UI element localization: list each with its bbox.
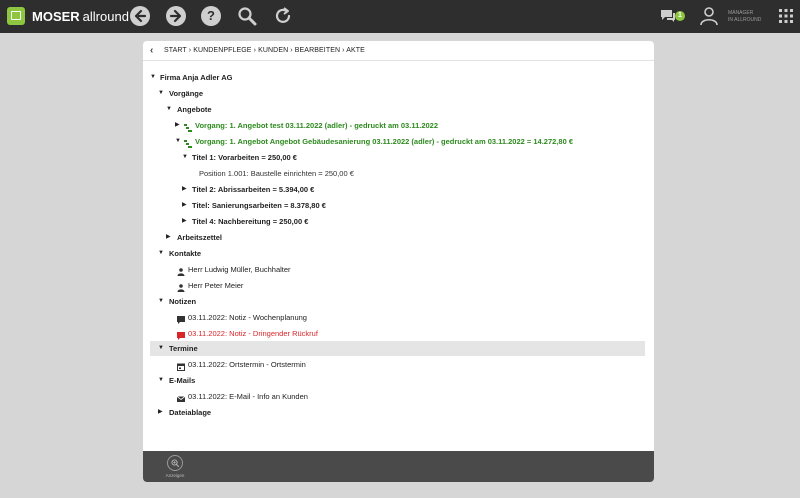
expanded-arrow-icon[interactable]: ▼ (158, 373, 166, 388)
tree-label: Titel 2: Abrissarbeiten = 5.394,00 € (192, 185, 315, 194)
collapsed-arrow-icon[interactable]: ▶ (182, 214, 190, 229)
tree-node-email-1[interactable]: 03.11.2022: E-Mail - Info an Kunden (143, 389, 654, 404)
tree-label: Position 1.001: Baustelle einrichten = 2… (199, 169, 354, 178)
zoom-label: Anzeigen (165, 473, 185, 478)
tree-node-kontakt-1[interactable]: Herr Ludwig Müller, Buchhalter (143, 262, 654, 277)
tree-node-root[interactable]: ▼ Firma Anja Adler AG (143, 70, 654, 85)
tree-node-vorgang-2[interactable]: ▼ Vorgang: 1. Angebot Angebot Gebäudesan… (143, 134, 654, 149)
tree-node-notiz-1[interactable]: 03.11.2022: Notiz - Wochenplanung (143, 310, 654, 325)
tree-node-kontakte[interactable]: ▼ Kontakte (143, 246, 654, 261)
tree-label: Titel: Sanierungsarbeiten = 8.378,80 € (192, 201, 326, 210)
back-icon[interactable] (130, 6, 150, 26)
tree-label: Titel 1: Vorarbeiten = 250,00 € (192, 153, 297, 162)
expanded-arrow-icon[interactable]: ▼ (182, 150, 190, 165)
tree-label: Notizen (169, 297, 197, 306)
tree-label: Firma Anja Adler AG (160, 73, 233, 82)
tree-node-termine[interactable]: ▼ Termine (150, 341, 645, 356)
user-role-label[interactable]: MANAGER IN ALLROUND (728, 10, 761, 24)
tree-label: Angebote (177, 105, 212, 114)
collapsed-arrow-icon[interactable]: ▶ (182, 182, 190, 197)
tree-node-titel-3[interactable]: ▶ Titel: Sanierungsarbeiten = 8.378,80 € (143, 198, 654, 213)
brand-suffix: allround (82, 9, 129, 24)
zoom-button[interactable] (167, 455, 183, 471)
person-icon (177, 282, 185, 292)
tree-node-notizen[interactable]: ▼ Notizen (143, 294, 654, 309)
tree-label: Vorgang: 1. Angebot Angebot Gebäudesanie… (195, 137, 573, 146)
collapsed-arrow-icon[interactable]: ▶ (166, 230, 174, 245)
chat-count-badge: 1 (675, 11, 685, 21)
collapsed-arrow-icon[interactable]: ▶ (182, 198, 190, 213)
tree-node-kontakt-2[interactable]: Herr Peter Meier (143, 278, 654, 293)
tree-label: Termine (169, 344, 198, 353)
brand-name: MOSER (32, 9, 80, 24)
help-icon[interactable]: ? (201, 6, 221, 26)
tree-label: E-Mails (169, 376, 196, 385)
note-icon (177, 314, 185, 324)
tree-node-notiz-2[interactable]: 03.11.2022: Notiz - Dringender Rückruf (143, 326, 654, 341)
tree-label: Vorgänge (169, 89, 204, 98)
tree-label: 03.11.2022: E-Mail - Info an Kunden (188, 392, 308, 401)
breadcrumb-bar: ‹ START › KUNDENPFLEGE › KUNDEN › BEARBE… (143, 41, 654, 61)
expanded-arrow-icon[interactable]: ▼ (150, 70, 158, 85)
tree-node-angebote[interactable]: ▼ Angebote (143, 102, 654, 117)
expanded-arrow-icon[interactable]: ▼ (158, 294, 166, 309)
person-icon (177, 266, 185, 276)
tree-node-arbeitszettel[interactable]: ▶ Arbeitszettel (143, 230, 654, 245)
tree-node-vorgaenge[interactable]: ▼ Vorgänge (143, 86, 654, 101)
tree-node-titel-4[interactable]: ▶ Titel 4: Nachbereitung = 250,00 € (143, 214, 654, 229)
user-icon[interactable] (699, 6, 719, 26)
expanded-arrow-icon[interactable]: ▼ (158, 341, 166, 356)
logo-icon (7, 7, 25, 25)
tree-label: Titel 4: Nachbereitung = 250,00 € (192, 217, 309, 226)
main-panel: ‹ START › KUNDENPFLEGE › KUNDEN › BEARBE… (143, 41, 654, 482)
tree-node-titel-2[interactable]: ▶ Titel 2: Abrissarbeiten = 5.394,00 € (143, 182, 654, 197)
collapsed-arrow-icon[interactable]: ▶ (175, 118, 183, 133)
top-bar: MOSER allround ? 1 MANAGER IN ALLROUND (0, 0, 800, 33)
tree-label: Kontakte (169, 249, 202, 258)
refresh-icon[interactable] (273, 6, 293, 26)
calendar-icon (177, 361, 185, 371)
expanded-arrow-icon[interactable]: ▼ (158, 246, 166, 261)
expanded-arrow-icon[interactable]: ▼ (166, 102, 174, 117)
apps-grid-icon[interactable] (779, 9, 793, 23)
tree-label: Vorgang: 1. Angebot test 03.11.2022 (adl… (195, 121, 439, 130)
tree-node-emails[interactable]: ▼ E-Mails (143, 373, 654, 388)
forward-icon[interactable] (166, 6, 186, 26)
breadcrumb[interactable]: START › KUNDENPFLEGE › KUNDEN › BEARBEIT… (164, 47, 365, 54)
process-icon (184, 138, 192, 148)
tree-node-termin-1[interactable]: 03.11.2022: Ortstermin - Ortstermin (143, 357, 654, 372)
search-icon[interactable] (237, 6, 257, 26)
expanded-arrow-icon[interactable]: ▼ (175, 134, 183, 149)
tree-node-position[interactable]: Position 1.001: Baustelle einrichten = 2… (143, 166, 654, 181)
process-icon (184, 122, 192, 132)
collapsed-arrow-icon[interactable]: ▶ (158, 405, 166, 420)
app-brand: MOSER allround (32, 9, 129, 24)
tree-label: Herr Peter Meier (188, 281, 244, 290)
tree-label: Herr Ludwig Müller, Buchhalter (188, 265, 291, 274)
note-urgent-icon (177, 330, 185, 340)
envelope-icon (176, 393, 186, 402)
tree-label: 03.11.2022: Notiz - Wochenplanung (188, 313, 307, 322)
chat-icon[interactable] (660, 9, 676, 22)
tree-node-titel-1[interactable]: ▼ Titel 1: Vorarbeiten = 250,00 € (143, 150, 654, 165)
tree-node-vorgang-1[interactable]: ▶ Vorgang: 1. Angebot test 03.11.2022 (a… (143, 118, 654, 133)
tree-label: 03.11.2022: Notiz - Dringender Rückruf (188, 329, 318, 338)
tree-label: Dateiablage (169, 408, 212, 417)
tree-label: 03.11.2022: Ortstermin - Ortstermin (188, 360, 306, 369)
tree-label: Arbeitszettel (177, 233, 223, 242)
footer-toolbar: Anzeigen (143, 451, 654, 482)
tree-node-dateiablage[interactable]: ▶ Dateiablage (143, 405, 654, 420)
user-role-line1: MANAGER (728, 10, 754, 16)
breadcrumb-back-icon[interactable]: ‹ (150, 45, 160, 57)
user-role-line2: IN ALLROUND (728, 17, 762, 23)
expanded-arrow-icon[interactable]: ▼ (158, 86, 166, 101)
